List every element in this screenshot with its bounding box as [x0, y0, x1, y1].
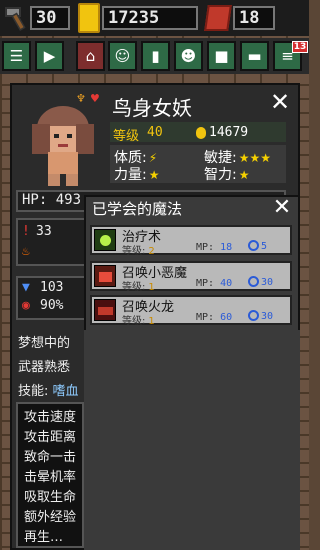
- detail-item: 吸取生命: [24, 490, 77, 505]
- building-icon: ⌂: [85, 47, 96, 65]
- monster-button[interactable]: ☻: [174, 41, 203, 71]
- detail-item: 致命一击: [24, 450, 77, 465]
- bar-chart-icon: ▮: [151, 47, 160, 65]
- spell-row-heal[interactable]: 治疗术 等级: 2 MP: 18 5: [90, 225, 292, 257]
- level-value: 40: [147, 125, 163, 140]
- spell-mp: MP: 40: [196, 278, 233, 289]
- character-icon: ☺: [114, 47, 131, 65]
- harpy-portrait: [32, 106, 94, 186]
- detail-item: 攻击速度: [24, 410, 77, 425]
- clock-icon: [248, 310, 259, 321]
- inventory-button[interactable]: ■: [207, 41, 236, 71]
- play-icon: ▶: [43, 47, 56, 65]
- description-line-1: 梦想中的: [18, 336, 71, 351]
- gem-icon: [204, 5, 232, 31]
- clock-icon: [248, 276, 259, 287]
- popup-empty-area: [84, 330, 300, 550]
- spell-cooldown: 30: [248, 276, 273, 288]
- menu-button[interactable]: ☰: [2, 41, 31, 71]
- play-button[interactable]: ▶: [35, 41, 64, 71]
- spell-mp: MP: 60: [196, 312, 233, 323]
- spell-cooldown: 30: [248, 310, 273, 322]
- build-button[interactable]: ⌂: [76, 41, 105, 71]
- heart-icon: ♥: [90, 92, 100, 105]
- character-button[interactable]: ☺: [108, 41, 137, 71]
- gold-counter: 17235: [102, 5, 198, 31]
- clock-icon: [248, 240, 259, 251]
- skills-row: 技能: 嗜血: [18, 380, 79, 399]
- gem-counter: 18: [233, 5, 275, 31]
- fire-icon: ♨: [22, 244, 30, 259]
- hammer-count: 30: [30, 6, 70, 30]
- attr-strength: 力量: ★: [114, 167, 160, 183]
- skill-link[interactable]: 嗜血: [53, 384, 79, 399]
- attr-intelligence: 智力: ★: [204, 167, 250, 183]
- gold-coin-small-icon: [196, 127, 206, 139]
- stats-button[interactable]: ▮: [141, 41, 170, 71]
- sword-icon: !: [22, 224, 30, 239]
- spell-cooldown: 5: [248, 240, 267, 252]
- gold-total: 17235: [102, 6, 198, 30]
- hammer-counter: 30: [30, 5, 70, 31]
- detail-item: 额外经验: [24, 510, 77, 525]
- spell-level: 等级: 1: [122, 282, 155, 293]
- monster-icon: ☻: [180, 47, 197, 65]
- character-name: 鸟身女妖: [112, 96, 192, 120]
- level-label: 等级: [113, 129, 140, 144]
- spell-level: 等级: 2: [122, 246, 155, 257]
- heal-icon: [94, 229, 116, 251]
- bed-icon: ▬: [247, 47, 262, 65]
- defense-value: 103: [40, 280, 64, 295]
- bed-button[interactable]: ▬: [240, 41, 269, 71]
- detail-item: 击晕机率: [24, 470, 77, 485]
- description-line-2: 武器熟悉: [18, 360, 71, 375]
- imp-icon: [94, 265, 116, 287]
- hammer-icon: [5, 7, 26, 31]
- close-icon[interactable]: ✕: [268, 90, 292, 114]
- gem-count: 18: [233, 6, 275, 30]
- spell-row-summon-imp[interactable]: 召唤小恶魔 等级: 1 MP: 40 30: [90, 261, 292, 293]
- spell-mp: MP: 18: [196, 242, 233, 253]
- detail-item: 再生…: [24, 530, 64, 545]
- spell-level: 等级: 1: [122, 316, 155, 327]
- notification-badge: 13: [292, 41, 308, 53]
- crit-value: 90%: [40, 298, 64, 313]
- popup-close-icon[interactable]: ✕: [270, 197, 294, 219]
- chest-icon: ■: [214, 47, 229, 65]
- character-gold: 14679: [209, 125, 249, 140]
- spell-row-summon-dragon[interactable]: 召唤火龙 等级: 1 MP: 60 30: [90, 295, 292, 327]
- gold-coin-icon: [78, 3, 100, 33]
- shield-icon: ▼: [22, 280, 30, 295]
- trophy-icon: ♆: [76, 92, 86, 105]
- attack-value: 33: [36, 224, 52, 239]
- detail-item: 攻击距离: [24, 430, 77, 445]
- menu-icon: ☰: [9, 47, 24, 65]
- hp-text: HP: 493: [22, 192, 82, 208]
- skills-label: 技能:: [18, 384, 49, 399]
- popup-title: 已学会的魔法: [92, 200, 183, 218]
- crit-icon: ◉: [22, 298, 30, 313]
- dragon-icon: [94, 299, 116, 321]
